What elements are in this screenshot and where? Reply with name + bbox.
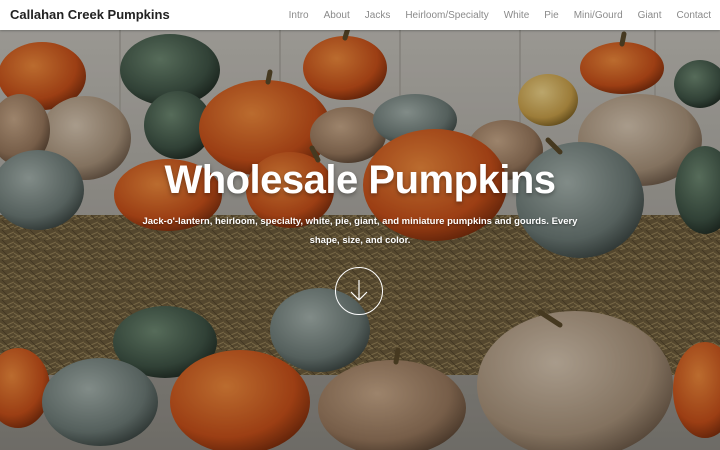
nav-links: Intro About Jacks Heirloom/Specialty Whi… bbox=[274, 0, 711, 30]
nav-link-heirloom-specialty[interactable]: Heirloom/Specialty bbox=[405, 10, 488, 21]
nav-link-white[interactable]: White bbox=[504, 10, 530, 21]
nav-link-mini-gourd[interactable]: Mini/Gourd bbox=[574, 10, 623, 21]
hero-title: Wholesale Pumpkins bbox=[164, 158, 556, 202]
hero-section: Wholesale Pumpkins Jack-o'-lantern, heir… bbox=[0, 0, 720, 450]
nav-link-pie[interactable]: Pie bbox=[544, 10, 558, 21]
arrow-down-circle-icon bbox=[350, 280, 368, 301]
scroll-down-button[interactable] bbox=[335, 267, 383, 315]
page: Wholesale Pumpkins Jack-o'-lantern, heir… bbox=[0, 0, 720, 450]
nav-link-giant[interactable]: Giant bbox=[638, 10, 662, 21]
nav-link-contact[interactable]: Contact bbox=[677, 10, 711, 21]
hero-subtitle: Jack-o'-lantern, heirloom, specialty, wh… bbox=[142, 216, 578, 246]
nav-link-about[interactable]: About bbox=[324, 10, 350, 21]
nav-link-intro[interactable]: Intro bbox=[289, 10, 309, 21]
top-navbar: Callahan Creek Pumpkins Intro About Jack… bbox=[0, 0, 720, 30]
nav-link-jacks[interactable]: Jacks bbox=[365, 10, 391, 21]
brand-logo[interactable]: Callahan Creek Pumpkins bbox=[10, 7, 170, 22]
